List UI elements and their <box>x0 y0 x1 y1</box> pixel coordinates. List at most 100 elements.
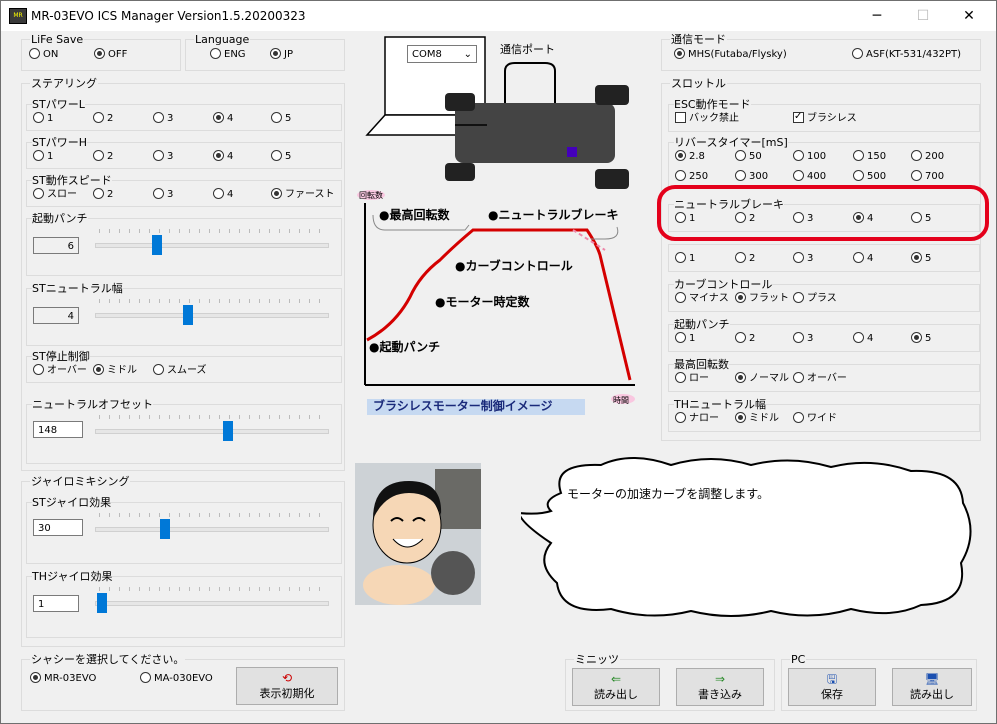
brushless-checkbox[interactable]: ブラシレス <box>793 110 857 126</box>
hidden-setting-radio-4[interactable]: 4 <box>853 252 873 266</box>
maximize-button[interactable]: ☐ <box>900 1 946 31</box>
neutral-offset-track <box>95 429 329 434</box>
st-neutral-slider[interactable] <box>183 305 193 325</box>
reverse-timer-radio-700[interactable]: 700 <box>911 170 944 184</box>
max-rpm-radio-normal[interactable]: ノーマル <box>735 372 789 386</box>
hidden-setting-radio-5[interactable]: 5 <box>911 252 931 266</box>
com-port-label: 通信ポート <box>500 43 555 56</box>
max-rpm-radio-over[interactable]: オーバー <box>793 372 847 386</box>
reset-icon: ⟲ <box>281 671 293 685</box>
st-speed-radio-2[interactable]: 2 <box>93 188 113 202</box>
com-port-select[interactable]: COM8 ⌄ <box>407 45 477 63</box>
reset-display-button[interactable]: ⟲ 表示初期化 <box>236 667 338 705</box>
st-power-l-radio-2[interactable]: 2 <box>93 112 113 126</box>
hidden-setting-radio-1[interactable]: 1 <box>675 252 695 266</box>
brake-arrow <box>591 226 619 240</box>
st-speed-group: ST動作スピード スロー 2 3 4 ファースト <box>26 174 342 207</box>
reverse-timer-radio-400[interactable]: 400 <box>793 170 826 184</box>
close-button[interactable]: ✕ <box>946 1 992 31</box>
st-stop-radio-middle[interactable]: ミドル <box>93 364 137 378</box>
st-stop-radio-over[interactable]: オーバー <box>33 364 87 378</box>
reverse-timer-radio-150[interactable]: 150 <box>853 150 886 164</box>
esc-mode-label: ESC動作モード <box>674 98 751 111</box>
language-eng-radio[interactable]: ENG <box>210 48 246 62</box>
st-stop-radio-smooth[interactable]: スムーズ <box>153 364 207 378</box>
read-icon: ⇐ <box>610 672 622 686</box>
st-gyro-slider[interactable] <box>160 519 170 539</box>
th-gyro-slider[interactable] <box>97 593 107 613</box>
wheel-rl <box>445 163 475 181</box>
st-neutral-value: 4 <box>33 307 79 324</box>
th-gyro-group: THジャイロ効果 1 <box>26 570 342 638</box>
st-power-h-radio-5[interactable]: 5 <box>271 150 291 164</box>
th-gyro-input[interactable]: 1 <box>33 595 79 612</box>
reverse-timer-radio-50[interactable]: 50 <box>735 150 762 164</box>
wheel-fr <box>595 85 629 105</box>
curve-control-radio-flat[interactable]: フラット <box>735 292 789 306</box>
chassis-mr03evo-radio[interactable]: MR-03EVO <box>30 672 96 686</box>
language-jp-radio[interactable]: JP <box>270 48 293 62</box>
th-neutral-radio-wide[interactable]: ワイド <box>793 412 837 426</box>
st-power-l-radio-1[interactable]: 1 <box>33 112 53 126</box>
st-speed-radio-4[interactable]: 4 <box>213 188 233 202</box>
st-speed-radio-slow[interactable]: スロー <box>33 188 77 202</box>
punch-annotation: ●起動パンチ <box>369 340 441 354</box>
reverse-timer-radio-100[interactable]: 100 <box>793 150 826 164</box>
comm-mode-mhs-radio[interactable]: MHS(Futaba/Flysky) <box>674 48 787 62</box>
chassis-ma030evo-radio[interactable]: MA-030EVO <box>140 672 213 686</box>
st-stop-label: ST停止制御 <box>32 350 90 363</box>
monitor-read-icon: 🖥 <box>924 672 940 686</box>
language-label: Language <box>194 33 251 46</box>
neutral-offset-slider[interactable] <box>223 421 233 441</box>
minits-write-button[interactable]: ⇒ 書き込み <box>676 668 764 706</box>
st-neutral-group: STニュートラル幅 4 <box>26 282 342 346</box>
curve-control-radio-plus[interactable]: プラス <box>793 292 837 306</box>
pc-save-button[interactable]: 🖫 保存 <box>788 668 876 706</box>
max-rpm-radio-low[interactable]: ロー <box>675 372 709 386</box>
back-disable-checkbox[interactable]: バック禁止 <box>675 112 739 126</box>
reverse-timer-radio-200[interactable]: 200 <box>911 150 944 164</box>
st-power-l-radio-5[interactable]: 5 <box>271 112 291 126</box>
reverse-timer-label: リバースタイマー[mS] <box>674 136 788 149</box>
speech-text: モーターの加速カーブを調整します。 <box>567 487 770 501</box>
st-speed-radio-fast[interactable]: ファースト <box>271 188 335 202</box>
minimize-button[interactable]: ─ <box>854 1 900 31</box>
st-power-h-radio-2[interactable]: 2 <box>93 150 113 164</box>
th-punch-radio-5[interactable]: 5 <box>911 332 931 346</box>
reverse-timer-radio-2-8[interactable]: 2.8 <box>675 150 705 164</box>
life-save-on-radio[interactable]: ON <box>29 48 58 62</box>
st-power-h-radio-1[interactable]: 1 <box>33 150 53 164</box>
app-icon: MR <box>9 8 27 24</box>
st-power-l-radio-3[interactable]: 3 <box>153 112 173 126</box>
reverse-timer-radio-250[interactable]: 250 <box>675 170 708 184</box>
comm-mode-asf-radio[interactable]: ASF(KT-531/432PT) <box>852 48 961 62</box>
curve-control-radio-minus[interactable]: マイナス <box>675 292 729 306</box>
title-bar: MR MR-03EVO ICS Manager Version1.5.20200… <box>1 1 996 31</box>
life-save-off-radio[interactable]: OFF <box>94 48 127 62</box>
th-punch-radio-2[interactable]: 2 <box>735 332 755 346</box>
st-power-h-radio-4[interactable]: 4 <box>213 150 233 164</box>
hidden-setting-radio-3[interactable]: 3 <box>793 252 813 266</box>
neutral-offset-input[interactable]: 148 <box>33 421 83 438</box>
th-punch-radio-4[interactable]: 4 <box>853 332 873 346</box>
reverse-timer-radio-300[interactable]: 300 <box>735 170 768 184</box>
st-power-h-radio-3[interactable]: 3 <box>153 150 173 164</box>
throttle-group: スロットル ESC動作モード バック禁止 ブラシレス リバースタイマー[mS] … <box>661 77 981 441</box>
chassis-body <box>455 103 615 163</box>
avatar <box>355 463 481 605</box>
hidden-setting-radio-2[interactable]: 2 <box>735 252 755 266</box>
th-neutral-radio-middle[interactable]: ミドル <box>735 412 779 426</box>
th-neutral-radio-narrow[interactable]: ナロー <box>675 412 719 426</box>
st-punch-slider[interactable] <box>152 235 162 255</box>
st-speed-radio-3[interactable]: 3 <box>153 188 173 202</box>
th-punch-radio-1[interactable]: 1 <box>675 332 695 346</box>
pc-read-button[interactable]: 🖥 読み出し <box>892 668 972 706</box>
st-gyro-track <box>95 527 329 532</box>
th-punch-radio-3[interactable]: 3 <box>793 332 813 346</box>
st-power-l-radio-4[interactable]: 4 <box>213 112 233 126</box>
st-gyro-input[interactable]: 30 <box>33 519 83 536</box>
st-punch-value: 6 <box>33 237 79 254</box>
minits-read-button[interactable]: ⇐ 読み出し <box>572 668 660 706</box>
reverse-timer-radio-500[interactable]: 500 <box>853 170 886 184</box>
neutral-offset-group: ニュートラルオフセット 148 <box>26 398 342 464</box>
